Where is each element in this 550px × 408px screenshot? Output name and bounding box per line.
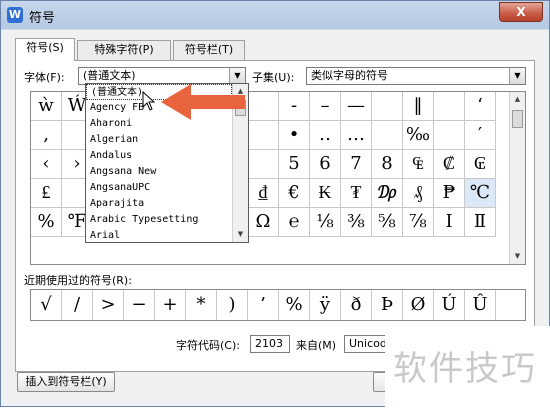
- symbol-grid-scrollbar[interactable]: ▲ ▼: [509, 92, 525, 264]
- font-select-value: (普通文本): [83, 69, 136, 82]
- symbol-cell[interactable]: ‹: [31, 150, 62, 179]
- scroll-down-icon[interactable]: ▼: [233, 227, 248, 242]
- recent-symbols-row: √ / > − + *)’% ÿ ð Þ Ø Ú Û: [30, 289, 526, 321]
- from-label: 来自(M): [296, 339, 337, 352]
- font-option[interactable]: Arabic Typesetting: [86, 212, 232, 228]
- symbol-cell[interactable]: ‖: [403, 92, 434, 121]
- symbol-cell[interactable]: [248, 121, 279, 150]
- subset-label: 子集(U):: [252, 71, 295, 84]
- symbol-cell[interactable]: ‥: [310, 121, 341, 150]
- symbol-cell[interactable]: [372, 121, 403, 150]
- font-option[interactable]: Angsana New: [86, 164, 232, 180]
- symbol-cell[interactable]: Ⅰ: [434, 208, 465, 237]
- symbol-cell[interactable]: 6: [310, 150, 341, 179]
- symbol-cell[interactable]: ⅛: [310, 208, 341, 237]
- recent-symbol-cell[interactable]: ’: [248, 290, 279, 320]
- subset-select[interactable]: 类似字母的符号 ▼: [306, 67, 526, 85]
- scroll-up-icon[interactable]: ▲: [510, 92, 525, 107]
- symbol-cell[interactable]: -: [279, 92, 310, 121]
- symbol-cell[interactable]: …: [341, 121, 372, 150]
- symbol-cell[interactable]: €: [279, 179, 310, 208]
- close-button[interactable]: X: [499, 2, 543, 22]
- mouse-cursor-icon: [142, 91, 156, 111]
- symbol-cell[interactable]: •: [279, 121, 310, 150]
- symbol-cell[interactable]: ₤: [31, 179, 62, 208]
- symbol-cell[interactable]: [248, 150, 279, 179]
- symbol-cell[interactable]: ẁ: [31, 92, 62, 121]
- recent-symbol-cell[interactable]: +: [155, 290, 186, 320]
- subset-select-value: 类似字母的符号: [311, 69, 388, 82]
- symbol-cell[interactable]: ⅜: [341, 208, 372, 237]
- recent-symbol-cell[interactable]: ): [217, 290, 248, 320]
- insert-to-symbol-bar-button[interactable]: 插入到符号栏(Y): [17, 372, 115, 392]
- watermark-text: 软件技巧: [393, 349, 537, 389]
- symbol-cell[interactable]: [434, 92, 465, 121]
- recent-symbol-cell[interactable]: −: [124, 290, 155, 320]
- font-option[interactable]: Andalus: [86, 148, 232, 164]
- scroll-thumb[interactable]: [512, 110, 523, 128]
- recent-symbol-cell[interactable]: ð: [341, 290, 372, 320]
- char-code-input[interactable]: 2103: [250, 335, 290, 353]
- window-title: 符号: [29, 11, 56, 26]
- symbol-dialog: W 符号 X 符号(S) 特殊字符(P) 符号栏(T) 字体(F): (普通文本…: [0, 0, 550, 408]
- symbol-cell[interactable]: 7: [341, 150, 372, 179]
- recent-symbol-cell[interactable]: ÿ: [310, 290, 341, 320]
- recent-symbol-cell[interactable]: Û: [465, 290, 496, 320]
- recent-symbol-cell[interactable]: Ú: [434, 290, 465, 320]
- symbol-cell[interactable]: ℃: [465, 179, 496, 208]
- symbol-cell[interactable]: Ⅱ: [465, 208, 496, 237]
- symbol-cell[interactable]: ₱: [434, 179, 465, 208]
- symbol-cell[interactable]: ₭: [310, 179, 341, 208]
- recent-symbol-cell[interactable]: Ø: [403, 290, 434, 320]
- font-option[interactable]: Arial: [86, 228, 232, 242]
- font-option[interactable]: Aparajita: [86, 196, 232, 212]
- char-code-label: 字符代码(C):: [176, 339, 240, 352]
- symbol-cell[interactable]: ⅞: [403, 208, 434, 237]
- symbol-cell[interactable]: ₡: [434, 150, 465, 179]
- chevron-down-icon[interactable]: ▼: [509, 68, 525, 84]
- recent-symbol-cell[interactable]: *: [186, 290, 217, 320]
- font-label: 字体(F):: [24, 71, 65, 84]
- recent-symbol-cell[interactable]: >: [93, 290, 124, 320]
- scroll-down-icon[interactable]: ▼: [510, 249, 525, 264]
- symbol-cell[interactable]: ‰: [403, 121, 434, 150]
- symbol-cell[interactable]: –: [310, 92, 341, 121]
- symbol-cell[interactable]: ℮: [279, 208, 310, 237]
- symbol-cell[interactable]: ‘: [465, 92, 496, 121]
- tab-special-characters[interactable]: 特殊字符(P): [77, 40, 171, 60]
- symbol-cell[interactable]: —: [341, 92, 372, 121]
- symbol-cell[interactable]: [434, 121, 465, 150]
- wps-app-icon: W: [7, 7, 23, 23]
- symbol-cell[interactable]: ₫: [248, 179, 279, 208]
- symbol-cell[interactable]: %: [31, 208, 62, 237]
- symbol-cell[interactable]: ₮: [341, 179, 372, 208]
- recent-symbol-cell[interactable]: /: [62, 290, 93, 320]
- symbol-cell[interactable]: ′: [465, 121, 496, 150]
- tab-symbols[interactable]: 符号(S): [15, 38, 75, 61]
- symbol-cell[interactable]: ₰: [403, 179, 434, 208]
- symbol-cell[interactable]: ₯: [372, 179, 403, 208]
- title-bar[interactable]: W 符号 X: [1, 1, 549, 29]
- symbol-cell[interactable]: ⅝: [372, 208, 403, 237]
- symbol-cell[interactable]: ‚: [31, 121, 62, 150]
- symbol-cell[interactable]: Ω: [248, 208, 279, 237]
- recent-symbols-label: 近期使用过的符号(R):: [24, 274, 132, 287]
- font-option[interactable]: AngsanaUPC: [86, 180, 232, 196]
- symbol-cell[interactable]: [372, 92, 403, 121]
- recent-symbol-cell[interactable]: Þ: [372, 290, 403, 320]
- font-option[interactable]: Algerian: [86, 132, 232, 148]
- symbol-cell[interactable]: ₢: [465, 150, 496, 179]
- recent-symbol-cell[interactable]: %: [279, 290, 310, 320]
- symbol-cell[interactable]: [248, 92, 279, 121]
- annotation-arrow-icon: [161, 84, 245, 120]
- recent-symbol-cell[interactable]: √: [31, 290, 62, 320]
- tab-symbol-bar[interactable]: 符号栏(T): [173, 40, 245, 60]
- symbol-cell[interactable]: 8: [372, 150, 403, 179]
- symbol-cell[interactable]: ₠: [403, 150, 434, 179]
- symbol-cell[interactable]: 5: [279, 150, 310, 179]
